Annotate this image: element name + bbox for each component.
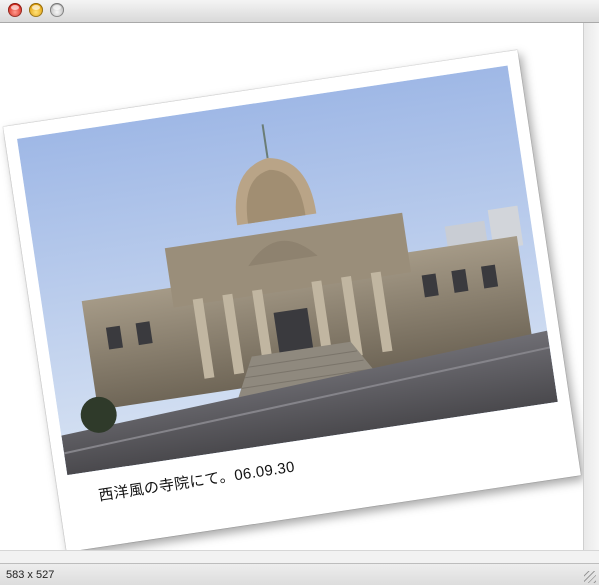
horizontal-scrollbar[interactable] <box>0 550 599 563</box>
zoom-icon[interactable] <box>50 3 64 17</box>
image-viewer-window: 西洋風の寺院にて。06.09.30 583 x 527 <box>0 0 599 585</box>
temple-photo <box>17 65 558 476</box>
close-icon[interactable] <box>8 3 22 17</box>
status-bar: 583 x 527 <box>0 563 599 585</box>
image-canvas: 西洋風の寺院にて。06.09.30 <box>0 23 583 550</box>
image-dimensions: 583 x 527 <box>6 569 55 581</box>
minimize-icon[interactable] <box>29 3 43 17</box>
polaroid-frame: 西洋風の寺院にて。06.09.30 <box>3 49 581 550</box>
resize-grip-icon[interactable] <box>584 571 596 583</box>
vertical-scrollbar[interactable] <box>583 23 599 550</box>
title-bar[interactable] <box>0 0 599 23</box>
temple-photo-image <box>17 65 558 476</box>
